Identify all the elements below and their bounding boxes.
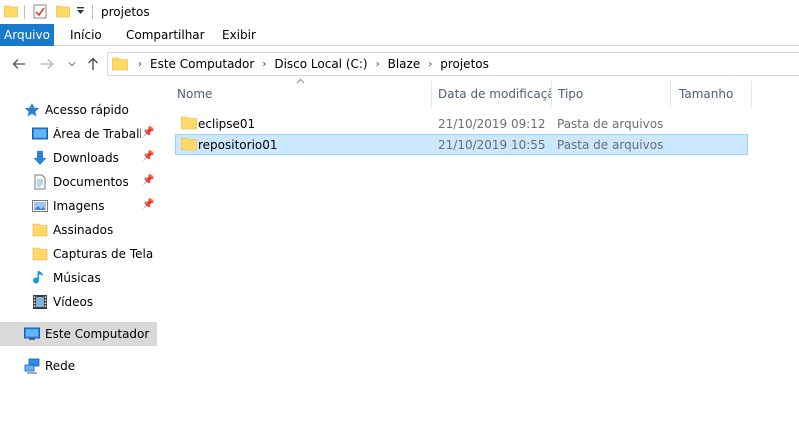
tab-exibir[interactable]: Exibir: [214, 24, 264, 46]
sidebar-item-label: Músicas: [53, 271, 101, 285]
column-header-size[interactable]: Tamanho: [671, 81, 751, 107]
computer-icon: [24, 326, 40, 342]
sidebar-item-label: Assinados: [53, 223, 114, 237]
customize-toolbar-chevron-icon[interactable]: [76, 6, 85, 16]
breadcrumb-este-computador[interactable]: Este Computador: [150, 57, 254, 71]
file-date: 21/10/2019 10:55: [438, 138, 546, 152]
column-header-date[interactable]: Data de modificaçã...: [432, 81, 551, 107]
breadcrumb-disco-local[interactable]: Disco Local (C:): [274, 57, 367, 71]
up-arrow-icon[interactable]: [84, 55, 102, 71]
sidebar-item-downloads[interactable]: Downloads 📌: [0, 146, 157, 170]
breadcrumb-separator-icon[interactable]: ›: [376, 59, 380, 70]
column-divider[interactable]: [751, 81, 752, 107]
window-title: projetos: [101, 5, 150, 19]
ribbon-tabs: Arquivo Início Compartilhar Exibir: [0, 24, 799, 46]
file-row[interactable]: eclipse01 21/10/2019 09:12 Pasta de arqu…: [175, 113, 748, 134]
sidebar-item-capturas-de-tela[interactable]: Capturas de Tela: [0, 242, 157, 266]
network-icon: [24, 358, 40, 374]
folder-icon: [32, 246, 48, 262]
pin-icon[interactable]: 📌: [142, 175, 154, 186]
sidebar-item-documentos[interactable]: Documentos 📌: [0, 170, 157, 194]
sidebar-item-label: Acesso rápido: [45, 103, 129, 117]
file-name: repositorio01: [198, 138, 278, 152]
address-bar[interactable]: › Este Computador › Disco Local (C:) › B…: [107, 52, 799, 76]
new-folder-icon[interactable]: [56, 4, 70, 18]
sidebar-item-assinados[interactable]: Assinados: [0, 218, 157, 242]
column-header-name[interactable]: Nome: [175, 81, 431, 107]
sidebar-item-label: Área de Trabalho: [53, 127, 141, 141]
breadcrumb-blaze[interactable]: Blaze: [388, 57, 421, 71]
tab-arquivo[interactable]: Arquivo: [0, 24, 54, 46]
sidebar-item-musicas[interactable]: Músicas: [0, 266, 157, 290]
sidebar-item-label: Imagens: [53, 199, 105, 213]
document-icon: [32, 174, 48, 190]
folder-icon: [181, 137, 197, 151]
folder-icon: [32, 222, 48, 238]
sidebar-item-label: Este Computador: [45, 327, 150, 341]
sidebar-item-rede[interactable]: Rede: [0, 354, 157, 378]
tab-compartilhar[interactable]: Compartilhar: [118, 24, 213, 46]
recent-locations-chevron-icon[interactable]: [63, 57, 81, 69]
back-arrow-icon[interactable]: [10, 55, 28, 71]
breadcrumb-separator-icon[interactable]: ›: [262, 59, 266, 70]
star-icon: [24, 102, 40, 118]
folder-icon: [181, 116, 197, 130]
pin-icon[interactable]: 📌: [142, 151, 154, 162]
pin-icon[interactable]: 📌: [142, 199, 154, 210]
properties-icon[interactable]: [33, 4, 47, 19]
breadcrumb-separator-icon[interactable]: ›: [428, 59, 432, 70]
navigation-pane: Acesso rápido Área de Trabalho 📌 Downloa…: [0, 92, 157, 427]
navigation-bar: › Este Computador › Disco Local (C:) › B…: [0, 49, 799, 79]
file-name: eclipse01: [198, 117, 256, 131]
desktop-icon: [32, 126, 48, 142]
sidebar-item-label: Capturas de Tela: [53, 247, 153, 261]
folder-icon: [112, 57, 128, 71]
sidebar-item-label: Rede: [45, 359, 76, 373]
folder-icon: [4, 4, 18, 18]
forward-arrow-icon[interactable]: [38, 55, 56, 71]
sidebar-item-este-computador[interactable]: Este Computador: [0, 322, 157, 346]
file-row[interactable]: repositorio01 21/10/2019 10:55 Pasta de …: [175, 134, 748, 155]
sidebar-item-label: Downloads: [53, 151, 119, 165]
sidebar-item-label: Documentos: [53, 175, 129, 189]
file-type: Pasta de arquivos: [557, 138, 664, 152]
music-note-icon: [32, 270, 48, 286]
download-arrow-icon: [32, 150, 48, 166]
tab-inicio[interactable]: Início: [62, 24, 110, 46]
file-date: 21/10/2019 09:12: [438, 117, 546, 131]
sidebar-item-label: Vídeos: [53, 295, 94, 309]
sidebar-item-videos[interactable]: Vídeos: [0, 290, 157, 314]
breadcrumb-separator-icon[interactable]: ›: [138, 59, 142, 70]
pin-icon[interactable]: 📌: [142, 127, 154, 138]
sidebar-item-area-de-trabalho[interactable]: Área de Trabalho 📌: [0, 122, 157, 146]
breadcrumb-projetos[interactable]: projetos: [440, 57, 489, 71]
file-type: Pasta de arquivos: [557, 117, 664, 131]
column-header-type[interactable]: Tipo: [552, 81, 670, 107]
video-icon: [32, 294, 48, 310]
sidebar-item-acesso-rapido[interactable]: Acesso rápido: [0, 98, 157, 122]
sidebar-item-imagens[interactable]: Imagens 📌: [0, 194, 157, 218]
pictures-icon: [32, 198, 48, 214]
title-bar: projetos: [0, 0, 799, 24]
